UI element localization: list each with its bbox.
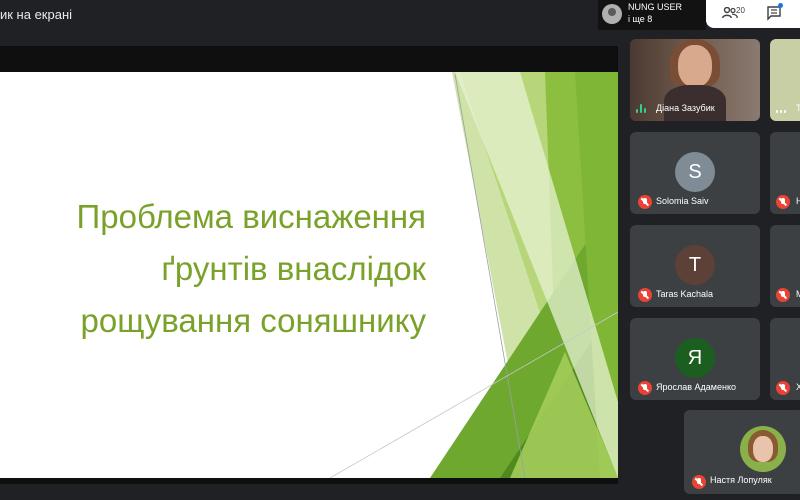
participant-name: Ярослав Адаменко <box>656 382 737 392</box>
mic-off-icon <box>638 381 652 395</box>
avatar <box>740 426 786 472</box>
slide-title-line-3: рощування соняшнику <box>80 302 427 339</box>
presenter-info[interactable]: NUNG USER і ще 8 <box>598 0 706 30</box>
participant-tile-diana[interactable]: Діана Зазубик <box>630 39 760 121</box>
slide-title-line-2: ґрунтів внаслідок <box>161 250 426 287</box>
presentation-slide: Проблема виснаження ґрунтів внаслідок ро… <box>0 72 618 478</box>
top-bar: ик на екрані NUNG USER і ще 8 20 <box>0 0 800 34</box>
participant-name: Т <box>796 103 800 113</box>
people-count: 20 <box>736 6 745 15</box>
mic-off-icon <box>776 195 790 209</box>
participant-name: М <box>796 289 800 299</box>
participant-tile-partial-1[interactable]: Т <box>770 39 800 121</box>
participant-name: Taras Kachala <box>656 289 714 299</box>
participant-tile-partial-3[interactable]: М <box>770 225 800 307</box>
participant-name: Настя Лопуляк <box>710 475 772 485</box>
people-button[interactable]: 20 <box>722 5 750 23</box>
slide-title-line-1: Проблема виснаження <box>76 198 426 235</box>
video-person-face <box>678 45 712 87</box>
presentation-label: ик на екрані <box>0 7 73 22</box>
avatar: Я <box>675 338 715 378</box>
participant-tile-partial-4[interactable]: Х <box>770 318 800 400</box>
avatar: S <box>675 152 715 192</box>
participant-name: Solomia Saiv <box>656 196 709 206</box>
mic-off-icon <box>638 288 652 302</box>
mic-off-icon <box>776 381 790 395</box>
presenter-others: і ще 8 <box>628 14 653 24</box>
speaking-indicator-icon <box>776 103 788 113</box>
presenter-avatar <box>602 4 622 24</box>
participant-tile-nastia[interactable]: Настя Лопуляк <box>684 410 800 494</box>
mic-off-icon <box>692 475 706 489</box>
participant-name: Діана Зазубик <box>656 103 715 113</box>
participant-name: Н <box>796 196 800 206</box>
participant-tile-partial-2[interactable]: Н <box>770 132 800 214</box>
presenter-name: NUNG USER <box>628 2 683 12</box>
participant-name: Х <box>796 382 800 392</box>
speaking-indicator-icon <box>636 103 648 113</box>
chat-button[interactable] <box>766 5 786 23</box>
chat-notification-dot <box>778 3 783 8</box>
mic-off-icon <box>638 195 652 209</box>
participant-tile-yaroslav[interactable]: Я Ярослав Адаменко <box>630 318 760 400</box>
avatar: T <box>675 245 715 285</box>
participant-tile-solomia[interactable]: S Solomia Saiv <box>630 132 760 214</box>
participant-tile-taras[interactable]: T Taras Kachala <box>630 225 760 307</box>
top-right-controls: 20 <box>706 0 800 28</box>
mic-off-icon <box>776 288 790 302</box>
